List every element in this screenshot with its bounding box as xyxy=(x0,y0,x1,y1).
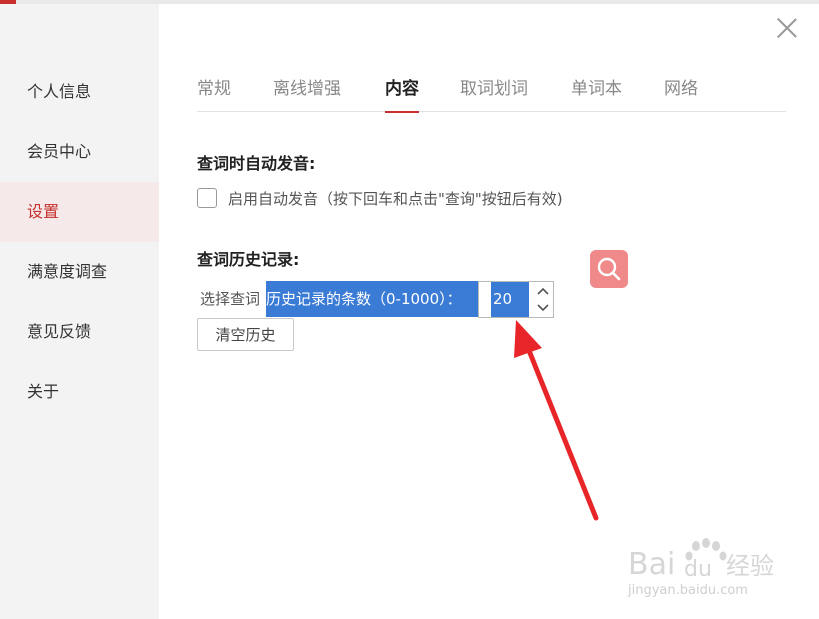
settings-sidebar: 个人信息 会员中心 设置 满意度调查 意见反馈 关于 xyxy=(0,4,159,619)
chevron-up-icon[interactable] xyxy=(535,284,551,300)
sidebar-item-personal-info[interactable]: 个人信息 xyxy=(0,62,159,122)
settings-tabs: 常规 离线增强 内容 取词划词 单词本 网络 xyxy=(197,74,786,113)
history-count-label-prefix: 选择查词 xyxy=(200,290,261,308)
watermark-url: jingyan.baidu.com xyxy=(628,583,748,598)
sidebar-item-settings[interactable]: 设置 xyxy=(0,182,159,242)
history-count-value[interactable]: 20 xyxy=(491,282,529,317)
sidebar-item-about[interactable]: 关于 xyxy=(0,362,159,422)
close-icon[interactable] xyxy=(776,17,798,39)
tab-content[interactable]: 内容 xyxy=(385,74,419,113)
chevron-down-icon[interactable] xyxy=(535,300,551,316)
history-title: 查词历史记录: xyxy=(197,250,300,269)
search-icon[interactable] xyxy=(590,250,628,288)
auto-pronounce-title: 查词时自动发音: xyxy=(197,154,316,173)
tab-offline-enhance[interactable]: 离线增强 xyxy=(273,74,341,112)
auto-pronounce-checkbox[interactable] xyxy=(197,188,217,208)
tab-wordbook[interactable]: 单词本 xyxy=(571,74,622,112)
watermark-brand-left: Bai xyxy=(628,547,675,582)
history-count-stepper[interactable]: 20 xyxy=(478,281,554,318)
red-arrow-annotation xyxy=(514,320,599,521)
tab-general[interactable]: 常规 xyxy=(197,74,231,112)
clear-history-button[interactable]: 清空历史 xyxy=(197,318,294,351)
tab-network[interactable]: 网络 xyxy=(664,74,698,112)
auto-pronounce-label[interactable]: 启用自动发音（按下回车和点击"查询"按钮后有效) xyxy=(228,188,563,209)
watermark-brand-cn: 经验 xyxy=(726,552,774,580)
sidebar-item-survey[interactable]: 满意度调查 xyxy=(0,242,159,302)
tab-word-capture[interactable]: 取词划词 xyxy=(460,74,528,112)
sidebar-item-feedback[interactable]: 意见反馈 xyxy=(0,302,159,362)
sidebar-item-member-center[interactable]: 会员中心 xyxy=(0,122,159,182)
history-count-label-selected: 历史记录的条数（0-1000）： xyxy=(266,281,478,317)
watermark-brand-right: du xyxy=(684,557,712,582)
